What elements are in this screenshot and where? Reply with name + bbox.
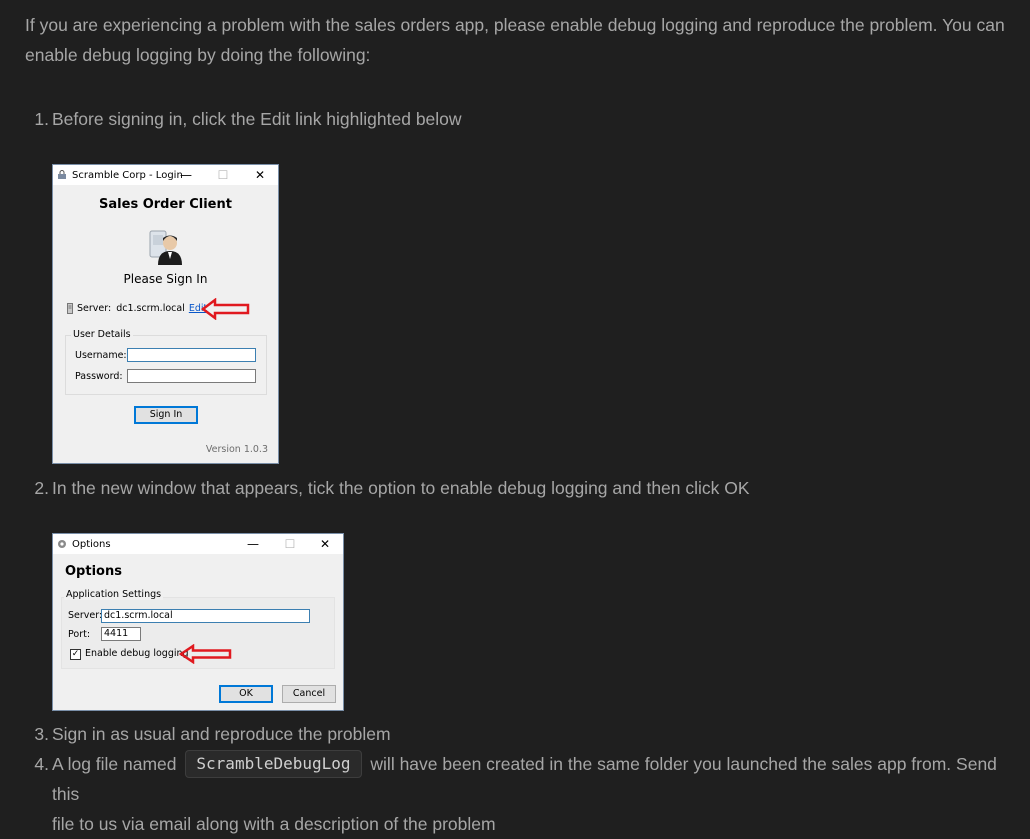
server-value: dc1.scrm.local (116, 303, 185, 314)
step-number: 4. (34, 754, 49, 774)
options-titlebar: Options — ☐ ✕ (53, 534, 343, 554)
version-label: Version 1.0.3 (205, 444, 268, 455)
maximize-button[interactable]: ☐ (275, 534, 305, 554)
step-number: 1. (34, 109, 49, 129)
step-4: 4. A log file named ScrambleDebugLog wil… (34, 749, 1002, 839)
step-text-line2: file to us via email along with a descri… (52, 814, 496, 834)
highlight-arrow-icon (201, 298, 250, 320)
step-text-before: A log file named (52, 754, 177, 774)
app-icon (58, 170, 66, 179)
close-button[interactable]: ✕ (245, 165, 275, 185)
intro-paragraph: If you are experiencing a problem with t… (25, 15, 1005, 65)
user-avatar-icon (149, 230, 182, 265)
debug-logging-label: Enable debug logging (85, 648, 189, 659)
server-input[interactable]: dc1.scrm.local (101, 609, 310, 623)
server-row: Server: dc1.scrm.local Edit (67, 303, 207, 314)
step-3: 3. Sign in as usual and reproduce the pr… (34, 719, 391, 749)
group-label: Application Settings (64, 589, 164, 600)
login-window-screenshot: Scramble Corp - Login — ☐ ✕ Sales Order … (52, 164, 279, 464)
step-text: Sign in as usual and reproduce the probl… (52, 724, 391, 744)
step-text: Before signing in, click the Edit link h… (52, 109, 462, 129)
step-number: 3. (34, 724, 49, 744)
maximize-button[interactable]: ☐ (208, 165, 238, 185)
step-text: In the new window that appears, tick the… (52, 478, 750, 498)
client-heading: Sales Order Client (99, 197, 232, 212)
step-1: 1. Before signing in, click the Edit lin… (34, 104, 462, 134)
port-label: Port: (68, 629, 91, 640)
debug-logging-checkbox[interactable]: ✓ (70, 649, 81, 660)
log-filename-code: ScrambleDebugLog (185, 750, 362, 778)
username-label: Username: (75, 350, 127, 361)
step-number: 2. (34, 478, 49, 498)
minimize-button[interactable]: — (238, 534, 268, 554)
server-label: Server: (68, 610, 103, 621)
step-2: 2. In the new window that appears, tick … (34, 473, 750, 503)
options-heading: Options (65, 564, 122, 579)
highlight-arrow-icon (179, 644, 232, 664)
password-input[interactable] (127, 369, 256, 383)
server-label: Server: (77, 303, 112, 314)
port-input[interactable]: 4411 (101, 627, 141, 641)
username-input[interactable] (127, 348, 256, 362)
window-title: Options (72, 538, 111, 550)
gear-icon (58, 540, 66, 548)
window-title: Scramble Corp - Login (72, 169, 183, 181)
cancel-button[interactable]: Cancel (282, 685, 336, 703)
login-titlebar: Scramble Corp - Login — ☐ ✕ (53, 165, 278, 185)
user-details-group (65, 335, 267, 395)
password-label: Password: (75, 371, 123, 382)
sign-in-button[interactable]: Sign In (134, 406, 198, 424)
ok-button[interactable]: OK (219, 685, 273, 703)
options-window-screenshot: Options — ☐ ✕ Options Application Settin… (52, 533, 344, 711)
minimize-button[interactable]: — (171, 165, 201, 185)
sign-in-prompt: Please Sign In (123, 272, 208, 286)
group-label: User Details (71, 329, 133, 340)
server-icon (67, 303, 73, 314)
close-button[interactable]: ✕ (310, 534, 340, 554)
